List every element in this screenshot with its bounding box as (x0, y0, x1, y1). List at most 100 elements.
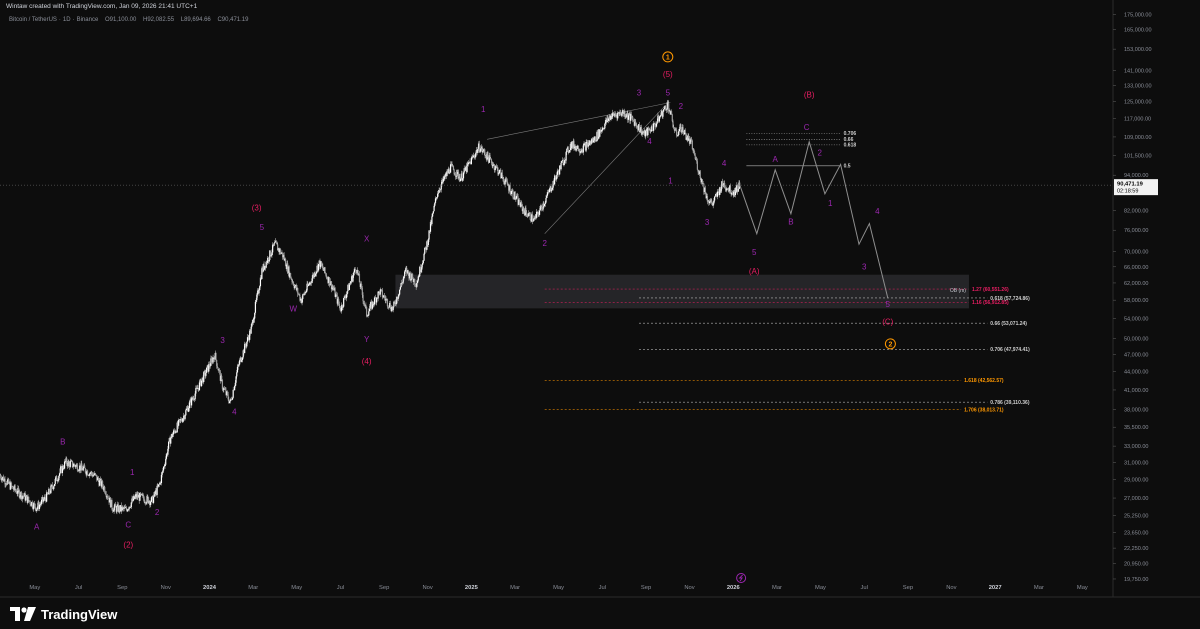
candle-body (532, 220, 534, 222)
candle-body (671, 114, 673, 122)
x-tick-label-7: Jul (337, 585, 344, 591)
candle-body (437, 192, 439, 194)
candle-body (373, 297, 376, 305)
candle-body (434, 202, 436, 206)
candle-body (568, 151, 570, 153)
x-tick-label-23: Mar (1034, 585, 1044, 591)
wave-label-19: (5) (663, 70, 673, 79)
candle-body (178, 419, 180, 426)
candle-body (320, 261, 323, 266)
candle-body (714, 195, 716, 197)
candle-body (301, 299, 303, 304)
wave-label-34: 5 (886, 300, 891, 309)
x-tick-label-24: May (1077, 585, 1088, 591)
fib-label-11: 1.706 (38,013.71) (964, 407, 1004, 413)
candle-body (241, 357, 244, 361)
fib-layer: 0.7060.660.6180.51.27 (60,551.26)1.16 (5… (544, 131, 1030, 413)
candle-body (366, 306, 368, 317)
y-tick-label-30: 20,950.00 (1124, 562, 1148, 568)
candle-body (325, 274, 328, 278)
candle-body (198, 382, 201, 391)
x-tick-label-15: Nov (684, 585, 694, 591)
candle-body (78, 470, 80, 472)
candle-body (635, 121, 637, 124)
candle-body (551, 187, 554, 190)
y-tick-label-24: 31,000.00 (1124, 460, 1148, 466)
wave-label-5: (2) (123, 541, 133, 550)
candle-body (470, 157, 472, 165)
cycle-wave-label-0: 1 (666, 55, 670, 62)
bar-countdown: 02:18:59 (1117, 189, 1138, 195)
candle-body (75, 465, 77, 468)
candle-body (436, 197, 438, 198)
candle-body (543, 204, 546, 207)
candle-body (601, 130, 603, 131)
candle-body (714, 196, 716, 201)
candle-body (434, 198, 437, 203)
candle-body (617, 112, 619, 119)
candle-body (63, 468, 65, 469)
candle-body (15, 491, 18, 494)
candle-body (162, 470, 164, 472)
candle-body (557, 170, 559, 172)
candle-body (611, 116, 613, 119)
candle-body (28, 500, 31, 502)
candle-body (315, 273, 317, 276)
candle-body (353, 272, 355, 276)
candle-body (205, 372, 207, 376)
candle-body (345, 294, 348, 299)
candle-body (503, 178, 505, 183)
candle-body (691, 140, 693, 150)
candle-body (561, 161, 563, 163)
candle-body (421, 264, 423, 270)
candle-body (515, 198, 517, 200)
y-tick-label-22: 35,500.00 (1124, 425, 1148, 431)
candle-body (594, 136, 597, 141)
candle-body (180, 419, 183, 421)
candle-body (56, 476, 58, 482)
candle-body (147, 495, 149, 498)
candle-body (130, 502, 132, 508)
y-tick-label-4: 133,000.00 (1124, 83, 1152, 89)
candle-body (416, 283, 418, 287)
candle-body (496, 166, 498, 168)
candle-body (382, 297, 384, 298)
candle-body (354, 268, 356, 270)
candle-body (692, 149, 694, 152)
candle-body (12, 486, 14, 489)
candle-body (308, 284, 310, 285)
candle-body (432, 211, 434, 214)
candle-body (612, 112, 615, 114)
candle-body (99, 480, 101, 486)
fib-label-8: 0.706 (47,974.41) (990, 347, 1030, 353)
candle-body (129, 507, 132, 508)
candle-body (258, 290, 260, 294)
candle-body (536, 211, 538, 218)
candle-body (127, 509, 130, 510)
candle-body (439, 189, 442, 191)
candle-body (185, 408, 188, 411)
wave-label-8: (3) (252, 204, 262, 213)
candle-body (538, 210, 541, 215)
candle-body (10, 482, 13, 487)
candle-body (625, 116, 627, 118)
candle-body (489, 155, 491, 159)
candle-body (654, 122, 656, 126)
candle-body (104, 492, 107, 495)
tradingview-logo[interactable]: TradingView (10, 606, 117, 622)
candle-body (506, 180, 508, 185)
candle-body (38, 504, 41, 509)
price-chart[interactable]: OB (m)0.7060.660.6180.51.27 (60,551.26)1… (0, 0, 1200, 629)
y-tick-label-23: 33,000.00 (1124, 444, 1148, 450)
candle-body (81, 463, 83, 468)
candle-body (711, 200, 713, 204)
candle-body (74, 463, 76, 466)
candle-body (244, 343, 246, 346)
chart-root: { "header": { "title": "Wintaw created w… (0, 0, 1200, 629)
x-tick-label-10: 2025 (465, 585, 479, 591)
candle-body (361, 284, 363, 288)
candle-body (165, 458, 167, 465)
candle-body (237, 365, 239, 367)
wave-label-31: 1 (828, 199, 833, 208)
candle-body (510, 191, 513, 194)
